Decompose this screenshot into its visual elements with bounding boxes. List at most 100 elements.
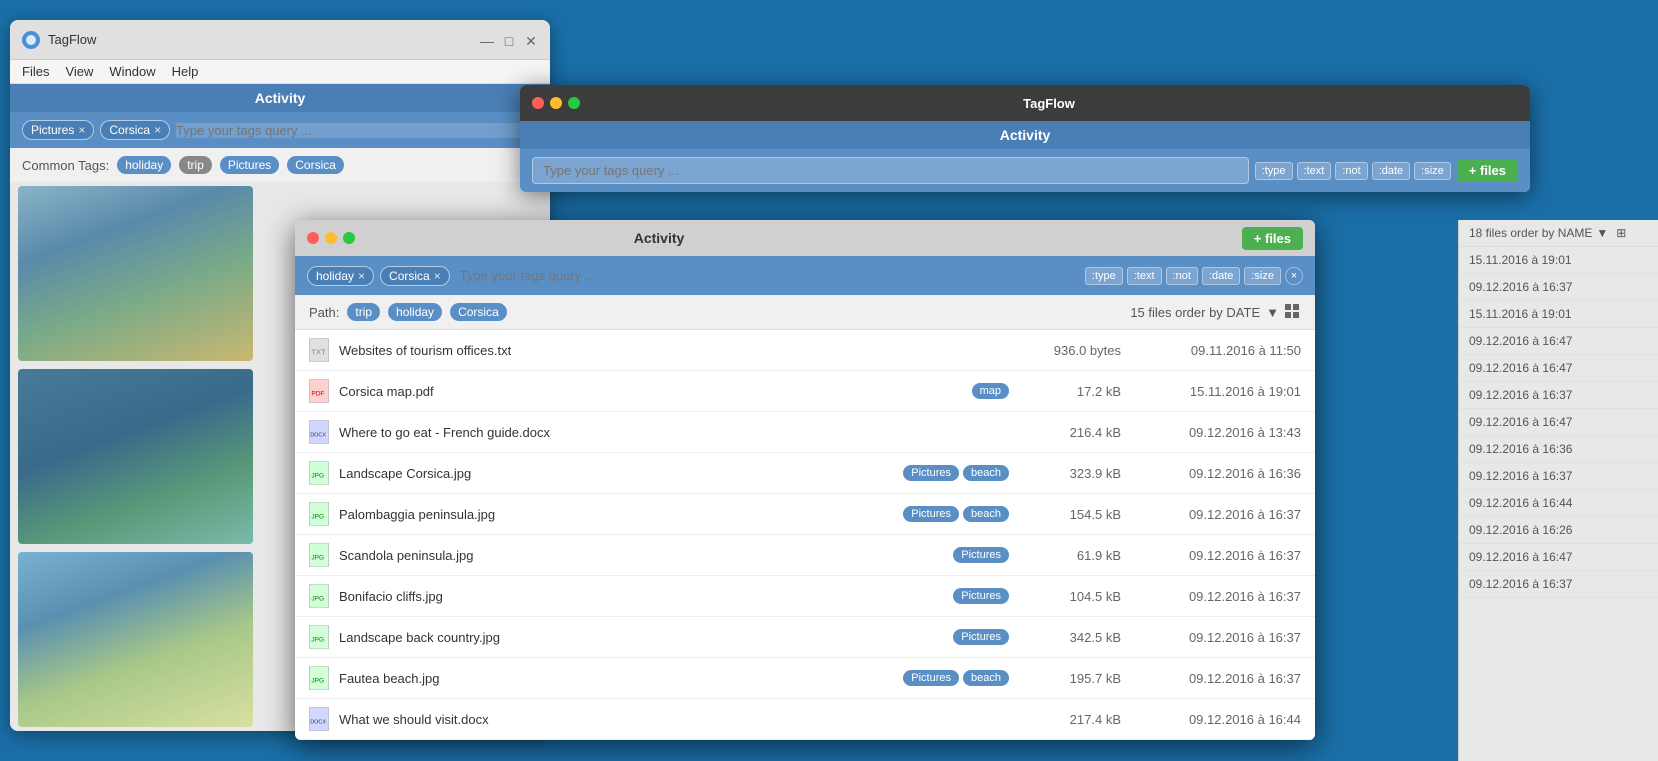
win3-hint-size[interactable]: :size [1244, 267, 1281, 285]
file-size-8: 195.7 kB [1021, 671, 1121, 686]
tag-pictures-8[interactable]: Pictures [903, 670, 959, 686]
right-panel-item-2[interactable]: 15.11.2016 à 19:01 [1459, 301, 1658, 328]
right-panel-item-11[interactable]: 09.12.2016 à 16:47 [1459, 544, 1658, 571]
path-tag-holiday[interactable]: holiday [388, 303, 442, 321]
tag-pictures-3[interactable]: Pictures [903, 465, 959, 481]
right-panel-item-3[interactable]: 09.12.2016 à 16:47 [1459, 328, 1658, 355]
tag-beach-8[interactable]: beach [963, 670, 1009, 686]
file-row[interactable]: JPG Bonifacio cliffs.jpg Pictures 104.5 … [295, 576, 1315, 617]
win1-menubar: Files View Window Help [10, 60, 550, 84]
win3-tag-corsica[interactable]: Corsica × [380, 266, 450, 286]
right-panel-item-10[interactable]: 09.12.2016 à 16:26 [1459, 517, 1658, 544]
right-panel-item-5[interactable]: 09.12.2016 à 16:37 [1459, 382, 1658, 409]
tag-pictures-7[interactable]: Pictures [953, 629, 1009, 645]
file-row[interactable]: JPG Palombaggia peninsula.jpg Pictures b… [295, 494, 1315, 535]
tag-remove-icon[interactable]: × [154, 123, 161, 137]
tag-pictures-4[interactable]: Pictures [903, 506, 959, 522]
minimize-traffic-light[interactable] [550, 97, 562, 109]
file-row[interactable]: TXT Websites of tourism offices.txt 936.… [295, 330, 1315, 371]
file-row[interactable]: JPG Landscape Corsica.jpg Pictures beach… [295, 453, 1315, 494]
tag-beach-3[interactable]: beach [963, 465, 1009, 481]
win3-hint-text[interactable]: :text [1127, 267, 1162, 285]
win3-search-clear[interactable]: × [1285, 267, 1303, 285]
file-row[interactable]: DOCX What we should visit.docx 217.4 kB … [295, 699, 1315, 740]
file-jpg-icon: JPG [309, 666, 329, 690]
win3-tag-corsica-remove[interactable]: × [434, 269, 441, 283]
win1-common-tags: Common Tags: holiday trip Pictures Corsi… [10, 148, 550, 182]
file-row[interactable]: JPG Landscape back country.jpg Pictures … [295, 617, 1315, 658]
file-name-7: Landscape back country.jpg [339, 630, 953, 645]
minimize-button[interactable]: — [480, 33, 494, 47]
win3-minimize-light[interactable] [325, 232, 337, 244]
tag-beach-4[interactable]: beach [963, 506, 1009, 522]
win3-title: Activity [634, 230, 685, 246]
right-panel-item-12[interactable]: 09.12.2016 à 16:37 [1459, 571, 1658, 598]
right-panel-item-6[interactable]: 09.12.2016 à 16:47 [1459, 409, 1658, 436]
plus-files-button[interactable]: + files [1457, 159, 1518, 182]
right-panel-item-7[interactable]: 09.12.2016 à 16:36 [1459, 436, 1658, 463]
tag-pictures[interactable]: Pictures × [22, 120, 94, 140]
svg-text:PDF: PDF [311, 390, 324, 397]
svg-text:JPG: JPG [311, 595, 324, 602]
file-size-6: 104.5 kB [1021, 589, 1121, 604]
image-thumbnail-3[interactable] [18, 552, 253, 727]
common-tag-trip[interactable]: trip [179, 156, 212, 174]
menu-window[interactable]: Window [109, 64, 155, 79]
hint-not[interactable]: :not [1335, 162, 1367, 180]
common-tag-holiday[interactable]: holiday [117, 156, 171, 174]
close-traffic-light[interactable] [532, 97, 544, 109]
maximize-traffic-light[interactable] [568, 97, 580, 109]
close-button[interactable]: ✕ [524, 33, 538, 47]
right-panel-item-1[interactable]: 09.12.2016 à 16:37 [1459, 274, 1658, 301]
sort-arrow-icon[interactable]: ▼ [1596, 226, 1608, 240]
file-docx-icon: DOCX [309, 420, 329, 444]
win3-maximize-light[interactable] [343, 232, 355, 244]
win3-search-input[interactable] [456, 264, 1079, 287]
file-row[interactable]: JPG Fautea beach.jpg Pictures beach 195.… [295, 658, 1315, 699]
win3-tag-holiday[interactable]: holiday × [307, 266, 374, 286]
tag-map-1[interactable]: map [972, 383, 1009, 399]
file-date-1: 15.11.2016 à 19:01 [1121, 384, 1301, 399]
file-row[interactable]: PDF Corsica map.pdf map 17.2 kB 15.11.20… [295, 371, 1315, 412]
win3-tag-holiday-remove[interactable]: × [358, 269, 365, 283]
win3-plus-files-button[interactable]: + files [1242, 227, 1303, 250]
file-row[interactable]: DOCX Where to go eat - French guide.docx… [295, 412, 1315, 453]
file-list: TXT Websites of tourism offices.txt 936.… [295, 330, 1315, 740]
path-tag-corsica[interactable]: Corsica [450, 303, 507, 321]
win3-hint-not[interactable]: :not [1166, 267, 1198, 285]
tag-pictures-6[interactable]: Pictures [953, 588, 1009, 604]
menu-view[interactable]: View [65, 64, 93, 79]
maximize-button[interactable]: □ [502, 33, 516, 47]
grid-view-icon[interactable]: ⊞ [1616, 226, 1626, 240]
right-panel-item-9[interactable]: 09.12.2016 à 16:44 [1459, 490, 1658, 517]
win2-activity-label: Activity [1000, 127, 1051, 143]
app-icon [22, 31, 40, 49]
common-tag-corsica[interactable]: Corsica [287, 156, 344, 174]
path-tag-trip[interactable]: trip [347, 303, 380, 321]
menu-help[interactable]: Help [172, 64, 199, 79]
hint-text[interactable]: :text [1297, 162, 1332, 180]
right-panel-item-8[interactable]: 09.12.2016 à 16:37 [1459, 463, 1658, 490]
file-name-2: Where to go eat - French guide.docx [339, 425, 1009, 440]
tag-pictures-5[interactable]: Pictures [953, 547, 1009, 563]
image-thumbnail-2[interactable] [18, 369, 253, 544]
file-row[interactable]: JPG Scandola peninsula.jpg Pictures 61.9… [295, 535, 1315, 576]
sort-order-icon[interactable]: ▼ [1266, 305, 1279, 320]
hint-date[interactable]: :date [1372, 162, 1410, 180]
tag-remove-icon[interactable]: × [78, 123, 85, 137]
menu-files[interactable]: Files [22, 64, 49, 79]
right-panel-item-0[interactable]: 15.11.2016 à 19:01 [1459, 247, 1658, 274]
win2-search-input[interactable] [532, 157, 1249, 184]
file-tags-6: Pictures [953, 588, 1009, 604]
right-panel-item-4[interactable]: 09.12.2016 à 16:47 [1459, 355, 1658, 382]
win3-close-light[interactable] [307, 232, 319, 244]
win3-hint-date[interactable]: :date [1202, 267, 1240, 285]
grid-view-toggle[interactable] [1285, 304, 1301, 320]
hint-size[interactable]: :size [1414, 162, 1451, 180]
win3-hint-type[interactable]: :type [1085, 267, 1123, 285]
search-input[interactable] [176, 123, 538, 138]
tag-corsica[interactable]: Corsica × [100, 120, 170, 140]
common-tag-pictures[interactable]: Pictures [220, 156, 279, 174]
image-thumbnail-1[interactable] [18, 186, 253, 361]
hint-type[interactable]: :type [1255, 162, 1293, 180]
